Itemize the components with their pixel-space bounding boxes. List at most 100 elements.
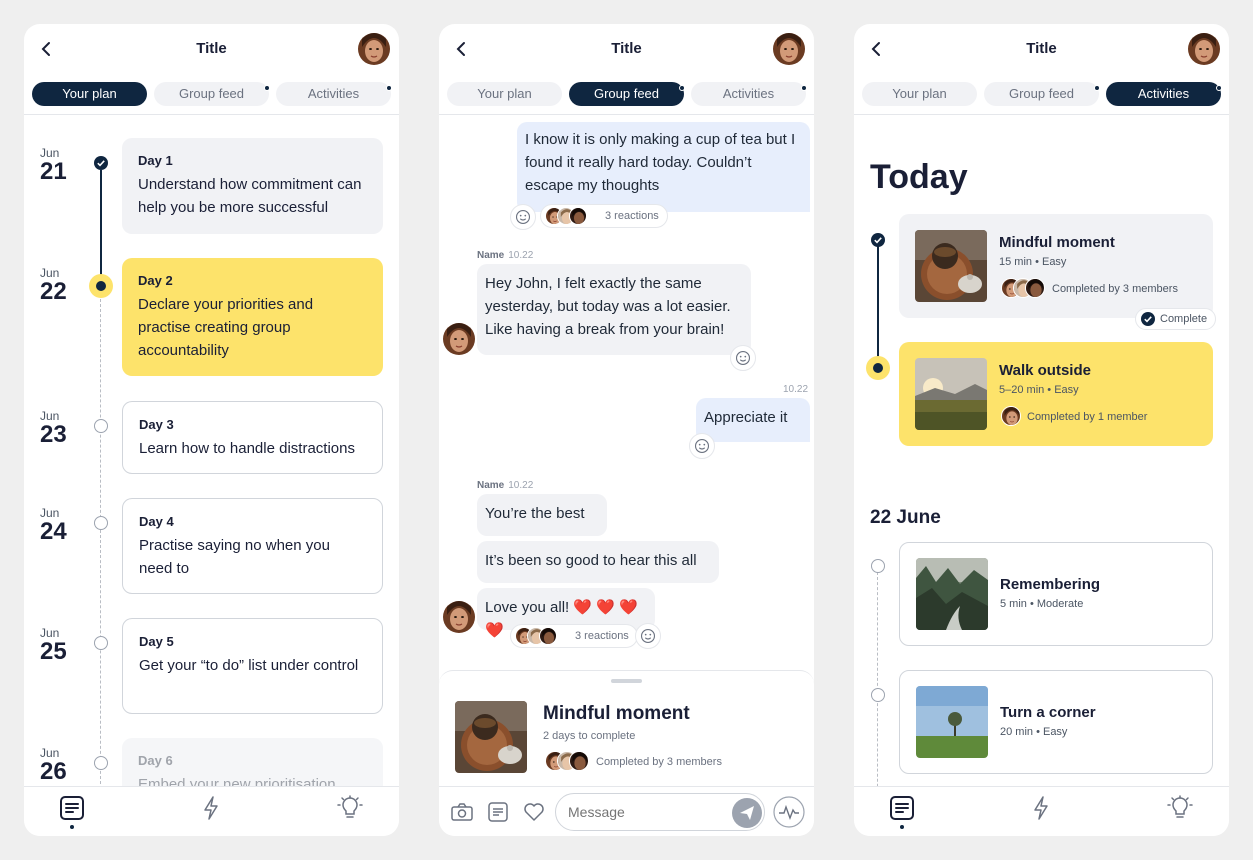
plan-icon[interactable] [487,801,509,823]
message-bubble-outgoing[interactable]: Appreciate it [696,398,810,442]
timeline-node-icon [94,756,108,770]
timeline-node-icon [94,419,108,433]
day-date: 25 [40,638,67,665]
activity-thumbnail [916,558,988,630]
active-indicator [70,825,74,829]
message-bubble-outgoing[interactable]: I know it is only making a cup of tea bu… [517,122,810,212]
day-label: Day 1 [138,153,173,168]
avatar[interactable] [358,33,390,65]
tab-your-plan[interactable]: Your plan [447,82,562,106]
sender-name: Name [477,480,505,491]
reactions-chip[interactable]: 3 reactions [510,624,638,648]
add-reaction-icon[interactable] [510,204,536,230]
completed-count: Completed by 3 members [596,756,722,768]
tab-group-feed[interactable]: Group feed [569,82,684,106]
add-reaction-icon[interactable] [730,345,756,371]
bottom-nav [854,786,1229,836]
app-header: Title [24,24,399,74]
add-reaction-icon[interactable] [635,623,661,649]
message-time: 10.22 [508,480,534,491]
lightning-icon[interactable] [1028,795,1054,821]
day-card[interactable]: Day 4 Practise saying no when you need t… [122,498,383,594]
day-text: Understand how commitment can help you b… [138,176,362,216]
lightbulb-icon[interactable] [337,795,363,821]
plan-icon[interactable] [59,795,85,821]
day-card[interactable]: Day 3 Learn how to handle distractions [122,401,383,474]
divider [24,114,399,115]
message-bubble-incoming[interactable]: Hey John, I felt exactly the same yester… [477,264,751,355]
tab-your-plan[interactable]: Your plan [862,82,977,106]
tab-bar: Your plan Group feed Activities [24,82,399,114]
tab-activities[interactable]: Activities [276,82,391,106]
timeline-node-icon [94,516,108,530]
add-reaction-icon[interactable] [689,433,715,459]
timeline-progress-line [877,246,879,366]
reactions-count: 3 reactions [605,210,659,222]
sender-avatar[interactable] [443,323,475,355]
day-label: Day 4 [139,514,174,529]
section-heading-today: Today [870,158,968,196]
message-composer [439,786,814,836]
activity-sheet[interactable]: Mindful moment 2 days to complete Comple… [439,670,814,786]
activity-meta: 5–20 min • Easy [999,384,1079,396]
page-title: Title [611,40,642,57]
heart-icon[interactable] [523,801,545,823]
tab-your-plan[interactable]: Your plan [32,82,147,106]
message-meta: Name 10.22 [477,480,533,491]
avatar[interactable] [773,33,805,65]
day-label: Day 6 [138,753,173,768]
member-avatar [1001,406,1021,426]
day-date: 23 [40,421,67,448]
message-bubble-incoming[interactable]: You’re the best [477,494,607,536]
day-text: Practise saying no when you need to [139,537,330,577]
day-card[interactable]: Day 1 Understand how commitment can help… [122,138,383,234]
divider [439,114,814,115]
activity-thumbnail [915,230,987,302]
timeline-node-icon [871,688,885,702]
activity-due: 2 days to complete [543,730,636,742]
unread-dot-icon [679,85,685,91]
activities-screen: Title Your plan Group feed Activities To… [854,24,1229,836]
tab-activities[interactable]: Activities [691,82,806,106]
day-text: Declare your priorities and practise cre… [138,296,314,359]
activity-card[interactable]: Remembering 5 min • Moderate [899,542,1213,646]
activity-meta: 20 min • Easy [1000,726,1068,738]
sender-avatar[interactable] [443,601,475,633]
member-avatars [545,751,589,771]
activity-card[interactable]: Walk outside 5–20 min • Easy Completed b… [899,342,1213,446]
send-icon[interactable] [732,798,762,828]
timeline-node-icon [871,559,885,573]
reactions-chip[interactable]: 3 reactions [540,204,668,228]
lightning-icon[interactable] [198,795,224,821]
day-text: Get your “to do” list under control [139,657,359,674]
activity-pulse-icon[interactable] [773,796,805,828]
day-date: 21 [40,158,67,185]
activity-name: Mindful moment [999,234,1115,251]
current-day-icon [89,274,113,298]
plan-icon[interactable] [889,795,915,821]
day-card[interactable]: Day 2 Declare your priorities and practi… [122,258,383,376]
lightbulb-icon[interactable] [1167,795,1193,821]
unread-dot-icon [1094,85,1100,91]
unread-dot-icon [386,85,392,91]
tab-activities[interactable]: Activities [1106,82,1221,106]
unread-dot-icon [264,85,270,91]
page-title: Title [196,40,227,57]
activity-card[interactable]: Mindful moment 15 min • Easy Completed b… [899,214,1213,318]
drag-handle[interactable] [611,679,642,683]
unread-dot-icon [1216,85,1222,91]
message-time: 10.22 [783,384,809,395]
current-activity-icon [866,356,890,380]
avatar[interactable] [1188,33,1220,65]
day-card[interactable]: Day 5 Get your “to do” list under contro… [122,618,383,714]
member-avatars [1001,278,1045,298]
activity-thumbnail [455,701,527,773]
camera-icon[interactable] [451,801,473,823]
active-indicator [900,825,904,829]
tab-group-feed[interactable]: Group feed [154,82,269,106]
message-bubble-incoming[interactable]: It’s been so good to hear this all [477,541,719,583]
tab-group-feed[interactable]: Group feed [984,82,1099,106]
reactions-count: 3 reactions [575,630,629,642]
activity-card[interactable]: Turn a corner 20 min • Easy [899,670,1213,774]
section-heading-date: 22 June [870,507,941,528]
